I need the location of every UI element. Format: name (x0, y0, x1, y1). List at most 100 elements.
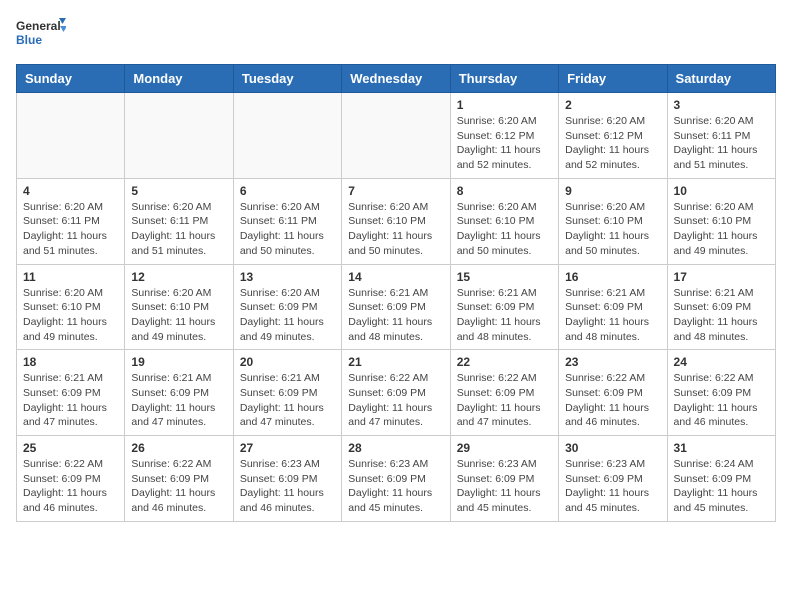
calendar-week-5: 25 Sunrise: 6:22 AMSunset: 6:09 PMDayligh… (17, 436, 776, 522)
day-info: Sunrise: 6:23 AMSunset: 6:09 PMDaylight:… (240, 457, 335, 516)
day-number: 21 (348, 355, 443, 369)
calendar-week-1: 1 Sunrise: 6:20 AMSunset: 6:12 PMDaylight… (17, 93, 776, 179)
calendar-cell: 30 Sunrise: 6:23 AMSunset: 6:09 PMDayligh… (559, 436, 667, 522)
day-info: Sunrise: 6:22 AMSunset: 6:09 PMDaylight:… (565, 371, 660, 430)
day-info: Sunrise: 6:20 AMSunset: 6:10 PMDaylight:… (23, 286, 118, 345)
day-number: 26 (131, 441, 226, 455)
day-number: 17 (674, 270, 769, 284)
day-header-wednesday: Wednesday (342, 65, 450, 93)
calendar-cell: 26 Sunrise: 6:22 AMSunset: 6:09 PMDayligh… (125, 436, 233, 522)
day-number: 23 (565, 355, 660, 369)
day-info: Sunrise: 6:22 AMSunset: 6:09 PMDaylight:… (348, 371, 443, 430)
day-header-saturday: Saturday (667, 65, 775, 93)
day-number: 19 (131, 355, 226, 369)
calendar-cell: 1 Sunrise: 6:20 AMSunset: 6:12 PMDaylight… (450, 93, 558, 179)
day-info: Sunrise: 6:20 AMSunset: 6:10 PMDaylight:… (674, 200, 769, 259)
day-number: 22 (457, 355, 552, 369)
calendar-cell: 14 Sunrise: 6:21 AMSunset: 6:09 PMDayligh… (342, 264, 450, 350)
day-header-monday: Monday (125, 65, 233, 93)
calendar-cell: 8 Sunrise: 6:20 AMSunset: 6:10 PMDaylight… (450, 178, 558, 264)
calendar-cell: 27 Sunrise: 6:23 AMSunset: 6:09 PMDayligh… (233, 436, 341, 522)
day-info: Sunrise: 6:21 AMSunset: 6:09 PMDaylight:… (23, 371, 118, 430)
calendar-cell (125, 93, 233, 179)
calendar-cell (342, 93, 450, 179)
logo: General Blue (16, 16, 66, 52)
calendar-cell: 3 Sunrise: 6:20 AMSunset: 6:11 PMDaylight… (667, 93, 775, 179)
calendar-cell (17, 93, 125, 179)
calendar-cell: 5 Sunrise: 6:20 AMSunset: 6:11 PMDaylight… (125, 178, 233, 264)
day-info: Sunrise: 6:22 AMSunset: 6:09 PMDaylight:… (131, 457, 226, 516)
calendar-cell: 2 Sunrise: 6:20 AMSunset: 6:12 PMDaylight… (559, 93, 667, 179)
calendar-week-4: 18 Sunrise: 6:21 AMSunset: 6:09 PMDayligh… (17, 350, 776, 436)
day-info: Sunrise: 6:20 AMSunset: 6:11 PMDaylight:… (131, 200, 226, 259)
day-info: Sunrise: 6:20 AMSunset: 6:10 PMDaylight:… (131, 286, 226, 345)
page-header: General Blue (16, 16, 776, 52)
day-info: Sunrise: 6:22 AMSunset: 6:09 PMDaylight:… (674, 371, 769, 430)
day-number: 7 (348, 184, 443, 198)
day-number: 3 (674, 98, 769, 112)
day-number: 14 (348, 270, 443, 284)
calendar-cell (233, 93, 341, 179)
day-info: Sunrise: 6:20 AMSunset: 6:10 PMDaylight:… (348, 200, 443, 259)
calendar-cell: 21 Sunrise: 6:22 AMSunset: 6:09 PMDayligh… (342, 350, 450, 436)
calendar-cell: 31 Sunrise: 6:24 AMSunset: 6:09 PMDayligh… (667, 436, 775, 522)
calendar-cell: 7 Sunrise: 6:20 AMSunset: 6:10 PMDaylight… (342, 178, 450, 264)
day-number: 15 (457, 270, 552, 284)
day-header-sunday: Sunday (17, 65, 125, 93)
day-info: Sunrise: 6:21 AMSunset: 6:09 PMDaylight:… (348, 286, 443, 345)
day-number: 4 (23, 184, 118, 198)
day-info: Sunrise: 6:20 AMSunset: 6:09 PMDaylight:… (240, 286, 335, 345)
day-info: Sunrise: 6:24 AMSunset: 6:09 PMDaylight:… (674, 457, 769, 516)
day-number: 8 (457, 184, 552, 198)
day-number: 10 (674, 184, 769, 198)
day-info: Sunrise: 6:20 AMSunset: 6:11 PMDaylight:… (240, 200, 335, 259)
calendar-cell: 20 Sunrise: 6:21 AMSunset: 6:09 PMDayligh… (233, 350, 341, 436)
calendar-header-row: SundayMondayTuesdayWednesdayThursdayFrid… (17, 65, 776, 93)
day-header-tuesday: Tuesday (233, 65, 341, 93)
calendar-week-2: 4 Sunrise: 6:20 AMSunset: 6:11 PMDaylight… (17, 178, 776, 264)
day-info: Sunrise: 6:21 AMSunset: 6:09 PMDaylight:… (457, 286, 552, 345)
day-info: Sunrise: 6:20 AMSunset: 6:10 PMDaylight:… (565, 200, 660, 259)
calendar-cell: 24 Sunrise: 6:22 AMSunset: 6:09 PMDayligh… (667, 350, 775, 436)
calendar-cell: 13 Sunrise: 6:20 AMSunset: 6:09 PMDayligh… (233, 264, 341, 350)
logo-svg: General Blue (16, 16, 66, 52)
day-info: Sunrise: 6:20 AMSunset: 6:11 PMDaylight:… (23, 200, 118, 259)
day-info: Sunrise: 6:22 AMSunset: 6:09 PMDaylight:… (457, 371, 552, 430)
calendar-cell: 6Sunrise: 6:20 AMSunset: 6:11 PMDaylight… (233, 178, 341, 264)
day-number: 31 (674, 441, 769, 455)
day-number: 12 (131, 270, 226, 284)
day-number: 27 (240, 441, 335, 455)
calendar-week-3: 11Sunrise: 6:20 AMSunset: 6:10 PMDayligh… (17, 264, 776, 350)
day-number: 18 (23, 355, 118, 369)
calendar-cell: 17 Sunrise: 6:21 AMSunset: 6:09 PMDayligh… (667, 264, 775, 350)
day-number: 9 (565, 184, 660, 198)
calendar-cell: 9 Sunrise: 6:20 AMSunset: 6:10 PMDaylight… (559, 178, 667, 264)
day-number: 2 (565, 98, 660, 112)
day-number: 30 (565, 441, 660, 455)
day-number: 25 (23, 441, 118, 455)
day-info: Sunrise: 6:20 AMSunset: 6:12 PMDaylight:… (457, 114, 552, 173)
calendar-cell: 4 Sunrise: 6:20 AMSunset: 6:11 PMDaylight… (17, 178, 125, 264)
day-info: Sunrise: 6:21 AMSunset: 6:09 PMDaylight:… (240, 371, 335, 430)
day-info: Sunrise: 6:21 AMSunset: 6:09 PMDaylight:… (131, 371, 226, 430)
calendar-cell: 10 Sunrise: 6:20 AMSunset: 6:10 PMDayligh… (667, 178, 775, 264)
day-info: Sunrise: 6:21 AMSunset: 6:09 PMDaylight:… (565, 286, 660, 345)
day-info: Sunrise: 6:23 AMSunset: 6:09 PMDaylight:… (457, 457, 552, 516)
day-info: Sunrise: 6:23 AMSunset: 6:09 PMDaylight:… (348, 457, 443, 516)
day-info: Sunrise: 6:21 AMSunset: 6:09 PMDaylight:… (674, 286, 769, 345)
day-number: 1 (457, 98, 552, 112)
day-info: Sunrise: 6:20 AMSunset: 6:10 PMDaylight:… (457, 200, 552, 259)
day-info: Sunrise: 6:20 AMSunset: 6:11 PMDaylight:… (674, 114, 769, 173)
day-number: 5 (131, 184, 226, 198)
day-number: 20 (240, 355, 335, 369)
day-number: 16 (565, 270, 660, 284)
day-header-friday: Friday (559, 65, 667, 93)
svg-text:General: General (16, 19, 61, 33)
day-number: 24 (674, 355, 769, 369)
calendar-cell: 29 Sunrise: 6:23 AMSunset: 6:09 PMDayligh… (450, 436, 558, 522)
calendar-table: SundayMondayTuesdayWednesdayThursdayFrid… (16, 64, 776, 522)
day-info: Sunrise: 6:20 AMSunset: 6:12 PMDaylight:… (565, 114, 660, 173)
day-info: Sunrise: 6:23 AMSunset: 6:09 PMDaylight:… (565, 457, 660, 516)
day-number: 29 (457, 441, 552, 455)
day-number: 13 (240, 270, 335, 284)
